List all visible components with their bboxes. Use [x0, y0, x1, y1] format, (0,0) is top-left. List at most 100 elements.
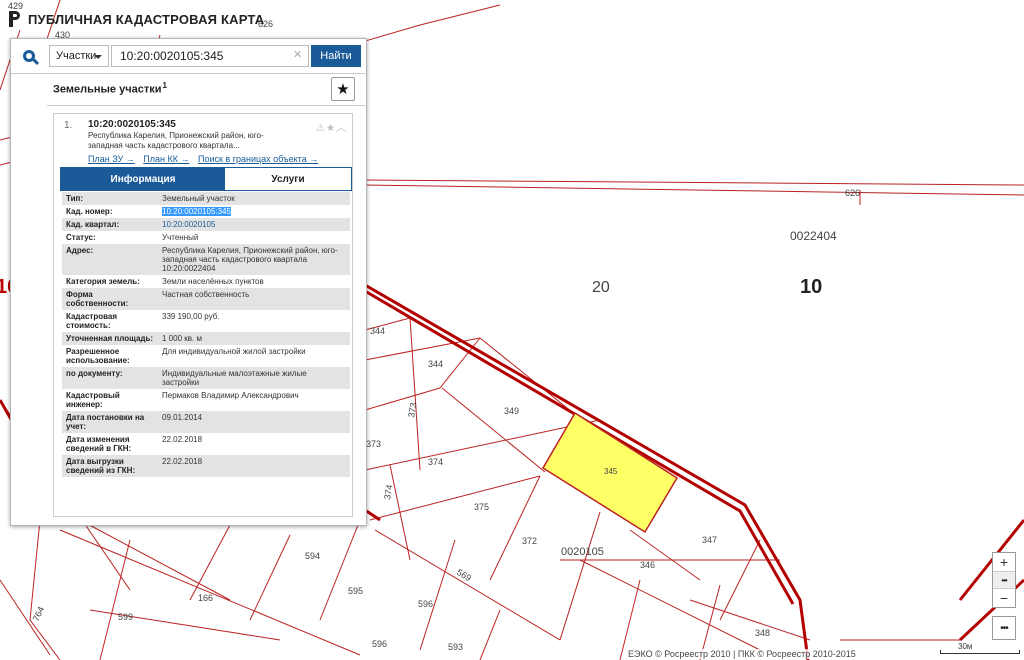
link-parcel-plan[interactable]: План ЗУ →	[88, 154, 135, 164]
attribute-key: Разрешенное использование:	[62, 345, 158, 367]
attribute-key: Уточненная площадь:	[62, 332, 158, 345]
result-cadastral-number[interactable]: 10:20:0020105:345	[88, 119, 176, 130]
map-label: 346	[640, 560, 655, 570]
map-label: 764	[31, 605, 46, 623]
result-card: 1. 10:20:0020105:345 Республика Карелия,…	[53, 113, 353, 517]
results-title-text: Земельные участки	[53, 83, 162, 96]
attribute-key: Адрес:	[62, 244, 158, 275]
attribute-value-text: 22.02.2018	[162, 435, 203, 444]
attribute-value: Частная собственность	[158, 288, 350, 310]
search-panel: Участки ✕ Найти Земельные участки1 ★ 1. …	[10, 38, 367, 526]
attribute-value: 22.02.2018	[158, 455, 350, 477]
collapse-icon[interactable]: ︿	[336, 123, 347, 134]
map-label: 347	[702, 535, 717, 545]
find-button[interactable]: Найти	[311, 45, 361, 67]
rosreestr-logo-icon	[8, 11, 22, 27]
attribute-value: Земли населённых пунктов	[158, 275, 350, 288]
map-label: 626	[845, 188, 860, 198]
search-toggle-button[interactable]	[11, 39, 47, 73]
attribute-row: Категория земель: Земли населённых пункто…	[62, 275, 350, 288]
map-label: 10	[800, 276, 822, 298]
map-label: 599	[118, 612, 133, 622]
attribute-value: Индивидуальные малоэтажные жилые застрой…	[158, 367, 350, 389]
copyright-footer: ЕЭКО © Росреестр 2010 | ПКК © Росреестр …	[628, 649, 856, 659]
attribute-value-text[interactable]: 10:20:0020105:345	[162, 207, 231, 216]
chevron-down-icon	[94, 55, 102, 59]
zoom-in-button[interactable]: +	[993, 553, 1015, 571]
results-count: 1	[162, 81, 167, 90]
attribute-row: Статус: Учтенный	[62, 231, 350, 244]
tab-services[interactable]: Услуги	[225, 168, 351, 190]
app-header: ПУБЛИЧНАЯ КАДАСТРОВАЯ КАРТА	[8, 8, 264, 30]
attribute-value-text: 1 000 кв. м	[162, 334, 202, 343]
result-tabs: Информация Услуги	[60, 167, 352, 191]
attribute-row: Форма собственности: Частная собственност…	[62, 288, 350, 310]
favorites-button[interactable]: ★	[331, 77, 355, 101]
attribute-key: Дата изменения сведений в ГКН:	[62, 433, 158, 455]
attribute-key: Дата выгрузки сведений из ГКН:	[62, 455, 158, 477]
results-title: Земельные участки1	[53, 81, 167, 96]
clear-icon[interactable]: ✕	[293, 49, 302, 61]
attribute-row: Разрешенное использование: Для индивидуал…	[62, 345, 350, 367]
attribute-value-text[interactable]: 10:20:0020105	[162, 220, 215, 229]
map-label: 166	[198, 593, 213, 603]
attribute-key: Дата постановки на учет:	[62, 411, 158, 433]
scale-bar	[940, 650, 1020, 654]
attribute-row: Кадастровый инженер: Пермаков Владимир Ал…	[62, 389, 350, 411]
attribute-key: Категория земель:	[62, 275, 158, 288]
attribute-value-text: Для индивидуальной жилой застройки	[162, 347, 306, 356]
map-label: 596	[372, 639, 387, 649]
result-address: Республика Карелия, Прионежский район, ю…	[88, 131, 264, 150]
search-scope-value: Участки	[56, 50, 97, 62]
link-quarter-plan[interactable]: План КК →	[143, 154, 189, 164]
attribute-value-text: Земельный участок	[162, 194, 235, 203]
attribute-row: Адрес: Республика Карелия, Прионежский ра…	[62, 244, 350, 275]
app-title: ПУБЛИЧНАЯ КАДАСТРОВАЯ КАРТА	[28, 11, 265, 27]
attribute-key: Тип:	[62, 192, 158, 205]
map-label: 345	[604, 467, 618, 476]
divider	[47, 105, 365, 106]
search-scope-select[interactable]: Участки	[49, 45, 109, 67]
result-index: 1.	[64, 120, 73, 131]
star-icon: ★	[336, 81, 350, 98]
map-label: 348	[755, 628, 770, 638]
attribute-value-text: Пермаков Владимир Александрович	[162, 391, 299, 400]
attribute-row: Кад. номер: 10:20:0020105:345	[62, 205, 350, 218]
star-icon[interactable]: ★	[326, 123, 336, 134]
attribute-value-text: 22.02.2018	[162, 457, 203, 466]
attribute-value: 22.02.2018	[158, 433, 350, 455]
attribute-value: 10:20:0020105:345	[158, 205, 350, 218]
tab-information[interactable]: Информация	[61, 168, 225, 190]
attribute-value: 1 000 кв. м	[158, 332, 350, 345]
map-label: 373	[366, 439, 381, 449]
map-label: 374	[382, 484, 394, 501]
attribute-value: Для индивидуальной жилой застройки	[158, 345, 350, 367]
attribute-value: 10:20:0020105	[158, 218, 350, 231]
attribute-row: Кадастровая стоимость: 339 190,00 руб.	[62, 310, 350, 332]
attribute-key: Кад. квартал:	[62, 218, 158, 231]
map-label: 596	[418, 599, 433, 609]
map-label: 20	[592, 279, 610, 296]
attribute-key: Кад. номер:	[62, 205, 158, 218]
result-actions: ⚠★︿	[316, 119, 347, 134]
warning-icon[interactable]: ⚠	[316, 123, 326, 134]
zoom-level-handle[interactable]: •••	[993, 571, 1015, 589]
attribute-value-text: 339 190,00 руб.	[162, 312, 220, 321]
attribute-key: Форма собственности:	[62, 288, 158, 310]
map-label: 569	[455, 567, 473, 583]
map-label: 595	[348, 586, 363, 596]
map-label: 593	[448, 642, 463, 652]
attribute-key: Кадастровая стоимость:	[62, 310, 158, 332]
more-tools-button[interactable]: •••	[992, 616, 1016, 640]
attribute-value: 339 190,00 руб.	[158, 310, 350, 332]
search-input[interactable]	[111, 45, 309, 67]
attribute-key: по документу:	[62, 367, 158, 389]
attribute-value-text: 09.01.2014	[162, 413, 203, 422]
map-label: 372	[522, 536, 537, 546]
attribute-value: Учтенный	[158, 231, 350, 244]
link-search-within[interactable]: Поиск в границах объекта →	[198, 154, 318, 164]
map-label: 344	[370, 326, 385, 336]
attribute-row: по документу: Индивидуальные малоэтажные …	[62, 367, 350, 389]
zoom-out-button[interactable]: −	[993, 589, 1015, 607]
result-links: План ЗУ → План КК → Поиск в границах объ…	[88, 154, 324, 164]
